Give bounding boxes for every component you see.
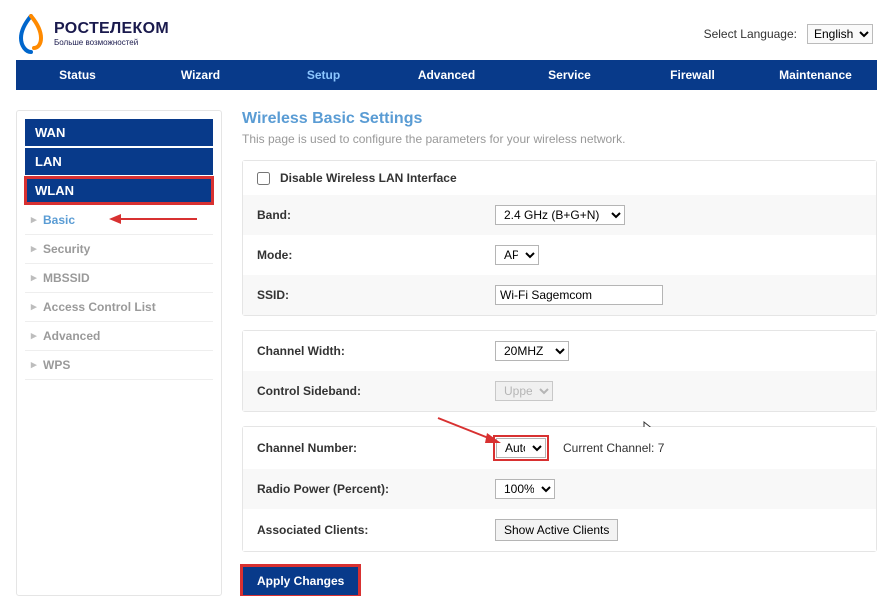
apply-changes-button[interactable]: Apply Changes bbox=[243, 567, 358, 595]
annotation-arrow-icon bbox=[433, 413, 503, 450]
control-sideband-select: Upper bbox=[495, 381, 553, 401]
ssid-label: SSID: bbox=[257, 288, 495, 302]
disable-wlan-checkbox[interactable] bbox=[257, 172, 270, 185]
control-sideband-label: Control Sideband: bbox=[257, 384, 495, 398]
nav-setup[interactable]: Setup bbox=[262, 60, 385, 90]
page-title: Wireless Basic Settings bbox=[242, 110, 877, 128]
sidebar-lan[interactable]: LAN bbox=[25, 148, 213, 175]
sidebar: WAN LAN WLAN Basic Security MBSSID Acces… bbox=[16, 110, 222, 596]
main-nav: Status Wizard Setup Advanced Service Fir… bbox=[16, 60, 877, 90]
nav-service[interactable]: Service bbox=[508, 60, 631, 90]
show-active-clients-button[interactable]: Show Active Clients bbox=[495, 519, 618, 541]
radio-power-label: Radio Power (Percent): bbox=[257, 482, 495, 496]
sidebar-wlan[interactable]: WLAN bbox=[25, 177, 213, 204]
nav-advanced[interactable]: Advanced bbox=[385, 60, 508, 90]
sidebar-wan[interactable]: WAN bbox=[25, 119, 213, 146]
band-select[interactable]: 2.4 GHz (B+G+N) bbox=[495, 205, 625, 225]
mode-label: Mode: bbox=[257, 248, 495, 262]
sidebar-sub-wps[interactable]: WPS bbox=[25, 351, 213, 380]
nav-firewall[interactable]: Firewall bbox=[631, 60, 754, 90]
current-channel-text: Current Channel: 7 bbox=[563, 441, 664, 455]
brand-tagline: Больше возможностей bbox=[54, 39, 169, 47]
sidebar-sub-basic-label: Basic bbox=[43, 213, 75, 227]
annotation-arrow-icon bbox=[109, 212, 199, 229]
sidebar-sub-mbssid[interactable]: MBSSID bbox=[25, 264, 213, 293]
associated-clients-label: Associated Clients: bbox=[257, 523, 495, 537]
nav-maintenance[interactable]: Maintenance bbox=[754, 60, 877, 90]
channel-number-select[interactable]: Auto bbox=[496, 438, 546, 458]
radio-power-select[interactable]: 100% bbox=[495, 479, 555, 499]
brand-logo: РОСТЕЛЕКОМ Больше возможностей bbox=[16, 8, 169, 60]
brand-name: РОСТЕЛЕКОМ bbox=[54, 21, 169, 37]
ssid-input[interactable] bbox=[495, 285, 663, 305]
disable-wlan-label: Disable Wireless LAN Interface bbox=[280, 171, 457, 185]
language-label: Select Language: bbox=[704, 27, 797, 41]
channel-width-label: Channel Width: bbox=[257, 344, 495, 358]
sidebar-sub-security[interactable]: Security bbox=[25, 235, 213, 264]
mode-select[interactable]: AP bbox=[495, 245, 539, 265]
sidebar-sub-acl[interactable]: Access Control List bbox=[25, 293, 213, 322]
channel-width-select[interactable]: 20MHZ bbox=[495, 341, 569, 361]
logo-icon bbox=[16, 14, 46, 54]
sidebar-sub-basic[interactable]: Basic bbox=[25, 206, 213, 235]
language-select[interactable]: English bbox=[807, 24, 873, 44]
band-label: Band: bbox=[257, 208, 495, 222]
nav-status[interactable]: Status bbox=[16, 60, 139, 90]
page-description: This page is used to configure the param… bbox=[242, 132, 877, 146]
nav-wizard[interactable]: Wizard bbox=[139, 60, 262, 90]
sidebar-sub-advanced[interactable]: Advanced bbox=[25, 322, 213, 351]
